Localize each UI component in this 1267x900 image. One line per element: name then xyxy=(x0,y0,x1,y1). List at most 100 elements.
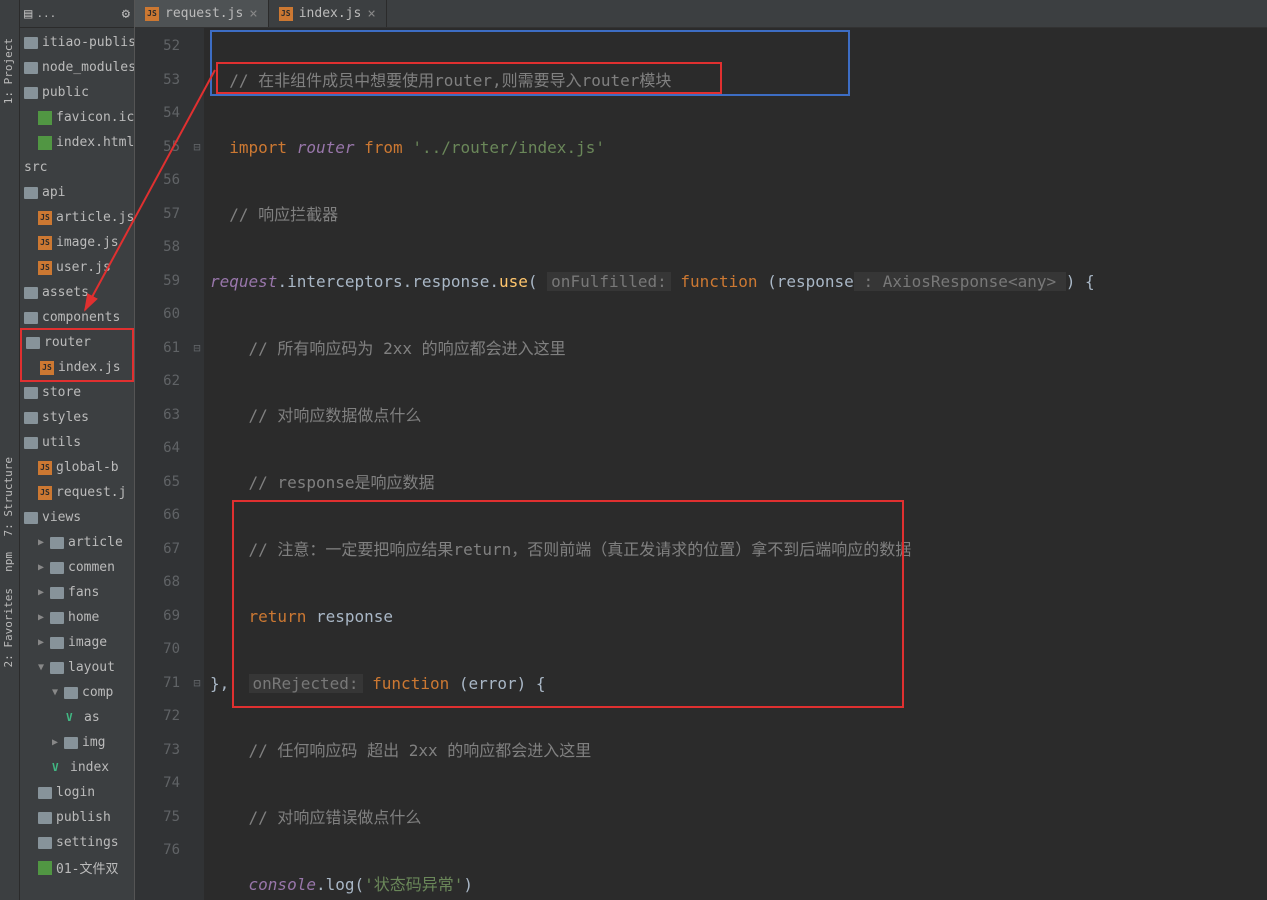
line-num: 69 xyxy=(135,600,180,634)
code-text: from xyxy=(364,138,403,157)
tree-favicon[interactable]: favicon.ico xyxy=(20,105,134,130)
tree-root[interactable]: itiao-publish-a xyxy=(20,30,134,55)
code-text: // 所有响应码为 2xx 的响应都会进入这里 xyxy=(249,339,566,358)
js-icon: JS xyxy=(279,7,293,21)
tree-image-js[interactable]: JSimage.js xyxy=(20,230,134,255)
close-icon[interactable]: × xyxy=(367,6,375,22)
fold-icon[interactable]: ⊟ xyxy=(190,332,204,366)
tree-label: api xyxy=(42,185,65,200)
folder-icon xyxy=(24,287,38,299)
tree-label: layout xyxy=(68,660,115,675)
vue-icon: V xyxy=(66,711,80,725)
tree-api[interactable]: api xyxy=(20,180,134,205)
project-panel: ▤ ... ⚙ itiao-publish-a node_modules pub… xyxy=(20,0,135,900)
tree-v-login[interactable]: login xyxy=(20,780,134,805)
tree-label: components xyxy=(42,310,120,325)
tree-public[interactable]: public xyxy=(20,80,134,105)
tree-v-commen[interactable]: ▶commen xyxy=(20,555,134,580)
editor-tabs: JS request.js × JS index.js × xyxy=(135,0,1267,28)
left-tool-strip: 1: Project 7: Structure npm 2: Favorites xyxy=(0,0,20,900)
code-text: return xyxy=(249,607,307,626)
tree-utils[interactable]: utils xyxy=(20,430,134,455)
code-text: // 对响应错误做点什么 xyxy=(249,808,422,827)
tree-label: fans xyxy=(68,585,99,600)
js-icon: JS xyxy=(38,211,52,225)
line-num: 56 xyxy=(135,164,180,198)
tree-label: src xyxy=(24,160,47,175)
tree-src[interactable]: src xyxy=(20,155,134,180)
file-icon xyxy=(38,861,52,875)
structure-tool[interactable]: 7: Structure xyxy=(0,449,19,544)
gear-icon[interactable]: ⚙ xyxy=(122,6,130,22)
code-text: '../router/index.js' xyxy=(412,138,605,157)
npm-tool[interactable]: npm xyxy=(0,544,19,580)
code-text: .log( xyxy=(316,875,364,894)
tree-v-image[interactable]: ▶image xyxy=(20,630,134,655)
close-icon[interactable]: × xyxy=(249,6,257,22)
tree-label: index.html xyxy=(56,135,134,150)
line-num: 65 xyxy=(135,466,180,500)
tree-v-as[interactable]: Vas xyxy=(20,705,134,730)
tree-label: settings xyxy=(56,835,119,850)
tree-label: views xyxy=(42,510,81,525)
tree-label: user.js xyxy=(56,260,111,275)
tree-v-home[interactable]: ▶home xyxy=(20,605,134,630)
tree-v-fans[interactable]: ▶fans xyxy=(20,580,134,605)
tree-file01[interactable]: 01-文件双 xyxy=(20,855,134,880)
tree-label: img xyxy=(82,735,105,750)
tree-label: commen xyxy=(68,560,115,575)
code-text: request xyxy=(210,272,277,291)
tree-label: as xyxy=(84,710,100,725)
tree-v-index[interactable]: Vindex xyxy=(20,755,134,780)
tree-node-modules[interactable]: node_modules xyxy=(20,55,134,80)
code-text: use xyxy=(499,272,528,291)
tree-v-layout[interactable]: ▼layout xyxy=(20,655,134,680)
tree-router-index[interactable]: JSindex.js xyxy=(22,355,132,380)
code-editor[interactable]: // 在非组件成员中想要使用router,则需要导入router模块 impor… xyxy=(204,28,1267,900)
tree-components[interactable]: components xyxy=(20,305,134,330)
tree-global-bus[interactable]: JSglobal-b xyxy=(20,455,134,480)
tree-user-js[interactable]: JSuser.js xyxy=(20,255,134,280)
folder-icon xyxy=(50,537,64,549)
favorites-tool[interactable]: 2: Favorites xyxy=(0,580,19,675)
fold-icon[interactable]: ⊟ xyxy=(190,131,204,165)
tree-v-publish[interactable]: publish xyxy=(20,805,134,830)
js-icon: JS xyxy=(38,486,52,500)
tree-assets[interactable]: assets xyxy=(20,280,134,305)
line-num: 75 xyxy=(135,801,180,835)
tree-router[interactable]: router xyxy=(22,330,132,355)
project-tool[interactable]: 1: Project xyxy=(0,30,19,112)
tree-views[interactable]: views xyxy=(20,505,134,530)
line-num: 71 xyxy=(135,667,180,701)
line-num: 66 xyxy=(135,499,180,533)
tree-label: node_modules xyxy=(42,60,135,75)
tree-label: login xyxy=(56,785,95,800)
project-icon[interactable]: ▤ xyxy=(24,6,32,22)
tree-v-settings[interactable]: settings xyxy=(20,830,134,855)
code-text: // 在非组件成员中想要使用router,则需要导入router模块 xyxy=(229,71,671,90)
folder-icon xyxy=(24,412,38,424)
tree-v-article[interactable]: ▶article xyxy=(20,530,134,555)
fold-icon[interactable]: ⊟ xyxy=(190,667,204,701)
code-text: '状态码异常' xyxy=(364,875,463,894)
tree-request-js[interactable]: JSrequest.j xyxy=(20,480,134,505)
tree-v-img[interactable]: ▶img xyxy=(20,730,134,755)
code-text: import xyxy=(229,138,287,157)
code-text: // 注意：一定要把响应结果return，否则前端（真正发请求的位置）拿不到后端… xyxy=(249,540,912,559)
tree-store[interactable]: store xyxy=(20,380,134,405)
line-num: 60 xyxy=(135,298,180,332)
code-area[interactable]: 52 53 54 55 56 57 58 59 60 61 62 63 64 6… xyxy=(135,28,1267,900)
code-hint: onFulfilled: xyxy=(547,272,671,291)
tree-indexhtml[interactable]: index.html xyxy=(20,130,134,155)
line-num: 62 xyxy=(135,365,180,399)
project-dots[interactable]: ... xyxy=(36,7,56,20)
tab-index-js[interactable]: JS index.js × xyxy=(269,0,387,27)
tree-styles[interactable]: styles xyxy=(20,405,134,430)
tree-label: index.js xyxy=(58,360,121,375)
line-num: 64 xyxy=(135,432,180,466)
tree-v-comp[interactable]: ▼comp xyxy=(20,680,134,705)
tab-request-js[interactable]: JS request.js × xyxy=(135,0,269,27)
folder-icon xyxy=(24,87,38,99)
folder-icon xyxy=(38,812,52,824)
tree-article-js[interactable]: JSarticle.js xyxy=(20,205,134,230)
